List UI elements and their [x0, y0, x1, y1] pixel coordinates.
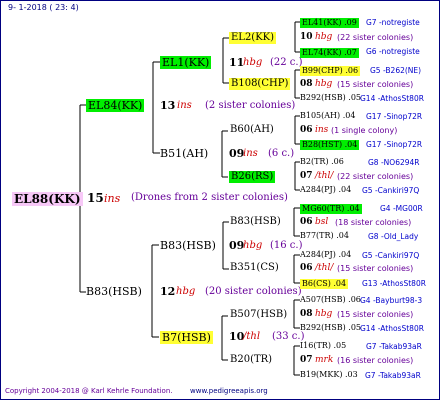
gen1-breeder: ins: [177, 100, 192, 111]
gen1-note: (20 sister colonies): [205, 286, 302, 297]
gen4-reference: G5 -B262(NE): [370, 66, 422, 75]
gen3-breeder: hbg: [315, 309, 333, 319]
gen4-reference: G4 -Bayburt98-3: [360, 296, 423, 305]
gen4-queen[interactable]: B2(TR) .06: [300, 158, 344, 166]
gen1-breeder: hbg: [176, 286, 196, 297]
gen4-reference: G14 -AthosSt80R: [360, 94, 424, 103]
gen3-queen[interactable]: EL2(KK): [229, 32, 277, 44]
gen4-queen[interactable]: B292(HSB) .05: [300, 94, 361, 102]
gen3-number: 06: [300, 125, 313, 135]
gen4-reference: G8 -Old_Lady: [368, 232, 419, 241]
gen2-note: (6 c.): [268, 148, 295, 159]
gen4-reference: G14 -AthosSt80R: [360, 324, 424, 333]
gen3-breeder: mrk: [315, 355, 334, 365]
gen3-queen[interactable]: B26(RS): [229, 171, 276, 183]
gen3-queen[interactable]: B83(HSB): [230, 217, 281, 227]
gen4-reference: G7 -Takab93aR: [365, 371, 421, 380]
gen3-breeder: /thl/: [315, 263, 334, 273]
gen4-queen[interactable]: EL41(KK) .09: [300, 18, 359, 28]
gen3-breeder: bsl: [315, 217, 329, 227]
gen1-number: 13: [160, 99, 176, 112]
gen2-queen[interactable]: B83(HSB): [160, 240, 216, 251]
gen4-queen[interactable]: B292(HSB) .05: [300, 324, 361, 332]
copyright-text: Copyright 2004-2018 @ Karl Kehrle Founda…: [5, 387, 173, 395]
gen1-queen[interactable]: EL84(KK): [86, 99, 145, 112]
gen3-number: 10: [300, 32, 313, 42]
gen1-queen[interactable]: B83(HSB): [86, 286, 142, 297]
gen3-number: 06: [300, 263, 313, 273]
gen2-breeder: hbg: [243, 57, 263, 68]
gen2-note: (22 c.): [270, 57, 303, 68]
gen2-queen[interactable]: B51(AH): [160, 148, 208, 159]
gen4-queen[interactable]: B105(AH) .04: [300, 112, 355, 120]
gen3-note: (22 sister colonies): [337, 33, 414, 42]
gen4-reference: G17 -Sinop72R: [366, 140, 423, 149]
gen4-queen[interactable]: A284(PJ) .04: [300, 186, 351, 194]
root-breeder: ins: [104, 192, 121, 205]
gen3-note: (15 sister colonies): [337, 310, 414, 319]
gen4-reference: G5 -Cankiri97Q: [362, 186, 420, 195]
gen3-note: (16 sister colonies): [337, 356, 414, 365]
gen3-note: (15 sister colonies): [337, 264, 414, 273]
gen3-note: (15 sister colonies): [337, 80, 414, 89]
gen4-reference: G6 -notregiste: [366, 47, 420, 56]
gen4-queen[interactable]: B6(CS) .04: [300, 279, 349, 289]
date-stamp: 9- 1-2018 ( 23: 4): [8, 3, 79, 12]
gen1-number: 12: [160, 285, 176, 298]
gen3-breeder: ins: [315, 125, 329, 135]
gen3-breeder: /thl/: [315, 171, 334, 181]
gen2-breeder: /thl: [243, 331, 261, 342]
gen2-queen[interactable]: EL1(KK): [160, 56, 212, 69]
gen4-reference: G5 -Cankiri97Q: [362, 251, 420, 260]
gen3-queen[interactable]: B60(AH): [230, 125, 274, 135]
gen3-number: 08: [300, 309, 313, 319]
gen4-reference: G4 -MG00R: [380, 204, 423, 213]
gen3-breeder: hbg: [315, 32, 333, 42]
gen4-reference: G8 -NO6294R: [368, 158, 420, 167]
gen4-queen[interactable]: B28(HST) .04: [300, 140, 360, 150]
gen3-note: (1 single colony): [331, 126, 398, 135]
gen3-number: 07: [300, 171, 313, 181]
gen3-queen[interactable]: B351(CS): [230, 263, 279, 273]
gen4-reference: G7 -Takab93aR: [366, 342, 422, 351]
gen2-queen[interactable]: B7(HSB): [160, 331, 213, 344]
gen2-breeder: ins: [243, 148, 258, 159]
gen4-queen[interactable]: A507(HSB) .06: [300, 296, 361, 304]
root-note: (Drones from 2 sister colonies): [131, 192, 288, 203]
gen4-queen[interactable]: EL74(KK) .07: [300, 48, 359, 58]
root-number: 15: [87, 191, 104, 205]
gen4-queen[interactable]: B77(TR) .04: [300, 232, 349, 240]
gen3-note: (22 sister colonies): [337, 172, 414, 181]
gen2-breeder: hbg: [243, 240, 263, 251]
gen3-breeder: hbg: [315, 79, 333, 89]
gen1-note: (2 sister colonies): [205, 100, 296, 111]
gen3-note: (18 sister colonies): [335, 218, 412, 227]
gen4-reference: G17 -Sinop72R: [366, 112, 423, 121]
gen3-queen[interactable]: B20(TR): [230, 355, 272, 365]
gen4-queen[interactable]: B99(CHP) .06: [300, 66, 361, 76]
root-queen[interactable]: EL88(KK): [12, 192, 83, 206]
gen4-queen[interactable]: I16(TR) .05: [300, 342, 346, 350]
gen3-number: 07: [300, 355, 313, 365]
gen3-number: 08: [300, 79, 313, 89]
website-link[interactable]: www.pedigreeapis.org: [190, 388, 268, 395]
gen3-queen[interactable]: B108(CHP): [229, 78, 291, 90]
gen4-reference: G13 -AthosSt80R: [362, 279, 426, 288]
gen4-queen[interactable]: B19(MKK) .03: [300, 371, 358, 379]
gen4-queen[interactable]: MG60(TR) .04: [300, 204, 362, 214]
gen3-queen[interactable]: B507(HSB): [230, 310, 287, 320]
gen4-queen[interactable]: A284(PJ) .04: [300, 251, 351, 259]
gen2-note: (16 c.): [270, 240, 303, 251]
gen4-reference: G7 -notregiste: [366, 18, 420, 27]
gen3-number: 06: [300, 217, 313, 227]
